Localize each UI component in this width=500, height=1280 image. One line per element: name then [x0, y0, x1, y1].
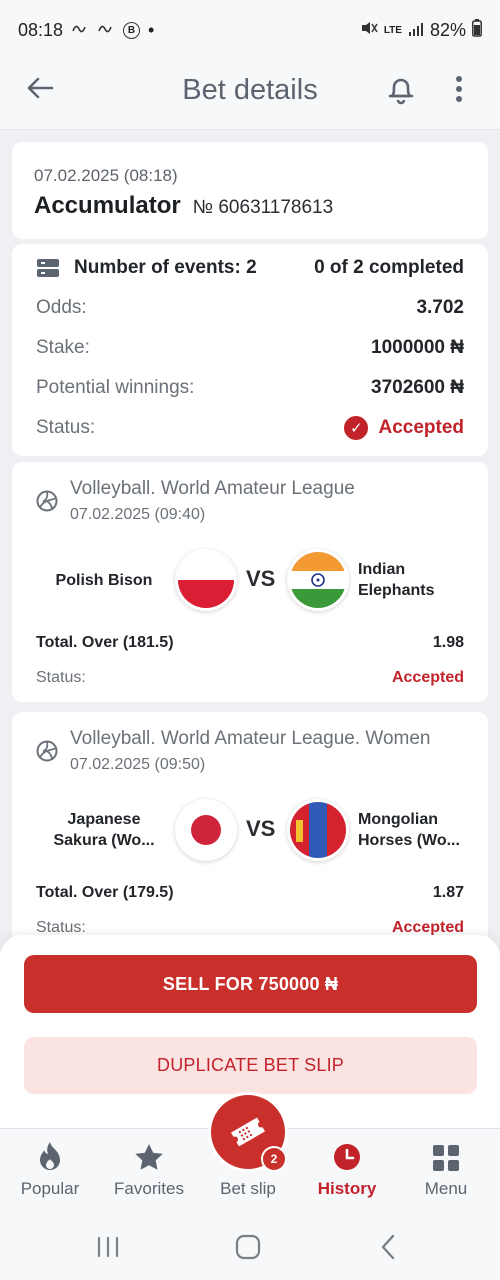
- nav-menu-label: Menu: [424, 1179, 468, 1198]
- bet-line: Total. Over (179.5) 1.87: [36, 884, 464, 902]
- volleyball-icon: [36, 740, 58, 762]
- ticket-list-icon: [36, 258, 60, 278]
- poland-flag-icon: [178, 552, 234, 608]
- page-title: Bet details: [182, 74, 318, 106]
- team-away-line2: Elephants: [358, 582, 435, 599]
- event-status-row: Status: Accepted: [36, 669, 464, 687]
- india-flag-icon: [290, 552, 346, 608]
- recents-icon[interactable]: [88, 1232, 128, 1262]
- nav-favorites-label: Favorites: [114, 1179, 184, 1198]
- team-away-line1: Indian: [358, 561, 406, 578]
- sell-button[interactable]: SELL FOR 750000 ₦: [24, 955, 477, 1013]
- event-card[interactable]: Volleyball. World Amateur League. Women …: [12, 712, 488, 952]
- team-away: Indian Elephants: [358, 530, 488, 630]
- event-date: 07.02.2025 (09:40): [70, 506, 206, 523]
- events-row: Number of events: 2 0 of 2 completed: [36, 248, 464, 288]
- events-count: Number of events: 2: [74, 257, 257, 278]
- bet-date: 07.02.2025 (08:18): [34, 166, 178, 185]
- bet-line: Total. Over (181.5) 1.98: [36, 634, 464, 652]
- team-away-line1: Mongolian: [358, 811, 438, 828]
- bet-summary-card: Number of events: 2 0 of 2 completed Odd…: [12, 244, 488, 456]
- nav-favorites[interactable]: Favorites: [99, 1129, 199, 1213]
- bet-type: Accumulator: [34, 192, 181, 219]
- system-nav-bar: [0, 1212, 500, 1280]
- team-away: Mongolian Horses (Wo...: [358, 780, 488, 880]
- system-back-icon[interactable]: [368, 1232, 408, 1262]
- mute-icon: [360, 20, 378, 41]
- bell-icon[interactable]: [382, 70, 420, 108]
- event-date: 07.02.2025 (09:50): [70, 756, 206, 773]
- clock: 08:18: [18, 19, 64, 40]
- wave-icon: [71, 21, 89, 39]
- mongolia-flag-icon: [290, 802, 346, 858]
- app-header: Bet details: [0, 50, 500, 130]
- status-label: Status:: [36, 417, 96, 438]
- odds-row: Odds: 3.702: [36, 288, 464, 328]
- matchup: Polish Bison VS Indian Elephants: [36, 530, 464, 630]
- vs-label: VS: [246, 816, 276, 841]
- status-value: Accepted: [378, 417, 464, 438]
- notification-dot: •: [148, 19, 155, 40]
- bet-odds: 1.87: [432, 884, 464, 901]
- flame-icon: [40, 1142, 60, 1170]
- events-completed: 0 of 2 completed: [314, 257, 464, 278]
- status-row: Status: ✓ Accepted: [36, 408, 464, 448]
- bet-market: Total. Over (181.5): [36, 634, 174, 651]
- bet-number: № 60631178613: [192, 197, 334, 218]
- bet-header-card: 07.02.2025 (08:18) Accumulator № 6063117…: [12, 142, 488, 239]
- clock-icon: [334, 1144, 360, 1170]
- status-badge: ✓ Accepted: [344, 416, 464, 440]
- team-home-line1: Japanese: [67, 811, 141, 828]
- event-status-value: Accepted: [391, 669, 464, 686]
- lte-label: LTE: [383, 24, 402, 36]
- volleyball-icon: [36, 490, 58, 512]
- duplicate-bet-slip-button[interactable]: DUPLICATE BET SLIP: [24, 1037, 477, 1094]
- team-home: Polish Bison: [55, 571, 153, 589]
- more-options-icon[interactable]: [444, 70, 474, 108]
- wave-icon: [97, 21, 115, 39]
- ticket-icon: [231, 1117, 265, 1147]
- event-card[interactable]: Volleyball. World Amateur League 07.02.2…: [12, 462, 488, 702]
- nav-history-label: History: [317, 1179, 377, 1198]
- event-league: Volleyball. World Amateur League. Women: [70, 728, 431, 749]
- nav-menu[interactable]: Menu: [396, 1129, 496, 1213]
- winnings-label: Potential winnings:: [36, 377, 195, 398]
- check-circle-icon: ✓: [344, 416, 369, 440]
- bet-market: Total. Over (179.5): [36, 884, 174, 901]
- japan-flag-icon: [178, 802, 234, 858]
- battery-level: 82%: [429, 19, 466, 40]
- stake-label: Stake:: [36, 337, 90, 358]
- nav-popular-label: Popular: [20, 1179, 80, 1198]
- team-home: Japanese Sakura (Wo...: [44, 780, 164, 880]
- team-home-line2: Sakura (Wo...: [53, 832, 155, 849]
- signal-icon: [408, 20, 424, 41]
- event-league: Volleyball. World Amateur League: [70, 478, 355, 499]
- odds-value: 3.702: [416, 297, 464, 318]
- betslip-count-badge: 2: [263, 1148, 285, 1170]
- b-icon: B: [123, 21, 141, 39]
- event-status-label: Status:: [36, 669, 86, 686]
- matchup: Japanese Sakura (Wo... VS Mongolian Hors…: [36, 780, 464, 880]
- nav-popular[interactable]: Popular: [0, 1129, 100, 1213]
- battery-icon: [472, 18, 482, 42]
- winnings-row: Potential winnings: 3702600 ₦: [36, 368, 464, 408]
- team-away-line2: Horses (Wo...: [358, 832, 460, 849]
- stake-row: Stake: 1000000 ₦: [36, 328, 464, 368]
- nav-betslip-label: Bet slip: [220, 1179, 276, 1198]
- grid-icon: [433, 1145, 459, 1171]
- star-icon: [135, 1144, 163, 1170]
- bet-odds: 1.98: [432, 634, 464, 651]
- vs-label: VS: [246, 566, 276, 591]
- odds-label: Odds:: [36, 297, 87, 318]
- winnings-value: 3702600 ₦: [371, 377, 464, 398]
- nav-history[interactable]: History: [297, 1129, 397, 1213]
- home-icon[interactable]: [228, 1232, 268, 1262]
- stake-value: 1000000 ₦: [371, 337, 464, 358]
